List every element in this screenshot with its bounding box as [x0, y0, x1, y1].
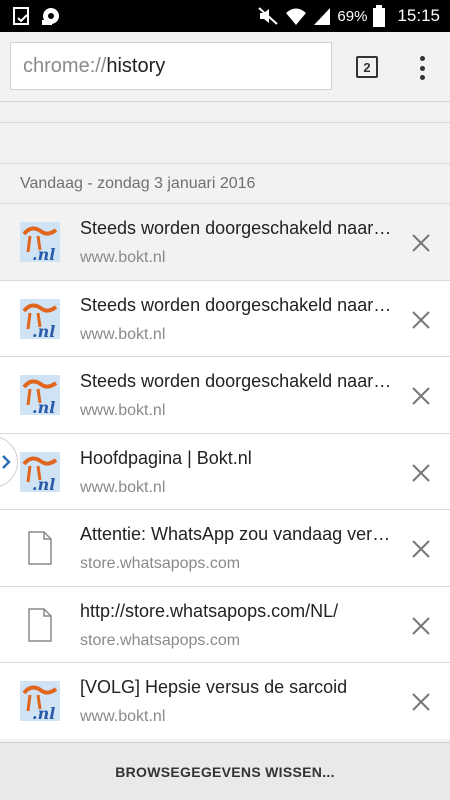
svg-text:.nl: .nl: [32, 398, 55, 415]
history-item-url: www.bokt.nl: [80, 325, 166, 343]
menu-dot-icon: [419, 75, 425, 80]
url-scheme: chrome://: [23, 54, 107, 77]
history-item[interactable]: .nl Steeds worden doorgeschakeld naar ad…: [0, 279, 450, 356]
close-icon[interactable]: [410, 232, 432, 254]
clear-browsing-data-button[interactable]: BROWSEGEGEVENS WISSEN...: [0, 742, 450, 800]
history-item-url: www.bokt.nl: [80, 478, 166, 496]
bokt-favicon-icon: .nl: [20, 222, 60, 262]
bokt-favicon-icon: .nl: [20, 451, 60, 492]
bokt-favicon-icon: .nl: [20, 375, 60, 415]
device-icon: [13, 7, 29, 25]
history-item[interactable]: Attentie: WhatsApp zou vandaag verlopen …: [0, 509, 450, 586]
close-icon[interactable]: [410, 309, 432, 331]
close-icon[interactable]: [410, 691, 432, 713]
history-date-header: Vandaag - zondag 3 januari 2016: [0, 163, 450, 203]
history-page: Vandaag - zondag 3 januari 2016 .nl Stee…: [0, 102, 450, 742]
history-item-url: www.bokt.nl: [80, 708, 166, 725]
clock: 15:15: [397, 6, 440, 25]
url-bar[interactable]: chrome://history: [10, 42, 332, 90]
page-icon: [28, 531, 52, 565]
history-item-title: Steeds worden doorgeschakeld naar advert…: [80, 218, 392, 238]
history-item[interactable]: .nl Steeds worden doorgeschakeld naar ad…: [0, 203, 450, 280]
wifi-icon: [286, 8, 307, 25]
chevron-right-icon: [2, 455, 11, 469]
history-item-title: Steeds worden doorgeschakeld naar advert…: [80, 371, 392, 391]
url-path: history: [106, 54, 166, 77]
history-item-title: Attentie: WhatsApp zou vandaag verlopen: [80, 524, 392, 544]
close-icon[interactable]: [410, 538, 432, 560]
history-list: .nl Steeds worden doorgeschakeld naar ad…: [0, 203, 450, 739]
svg-text:.nl: .nl: [32, 322, 55, 339]
signal-icon: [314, 8, 331, 25]
battery-percentage: 69%: [337, 7, 368, 25]
battery-icon: [373, 5, 386, 27]
history-item[interactable]: .nl Steeds worden doorgeschakeld naar ad…: [0, 356, 450, 433]
history-item-title: Hoofdpagina | Bokt.nl: [80, 447, 252, 468]
svg-text:.nl: .nl: [32, 475, 55, 492]
svg-text:.nl: .nl: [32, 245, 55, 262]
history-item-title: [VOLG] Hepsie versus de sarcoid: [80, 677, 348, 697]
history-item-url: www.bokt.nl: [80, 402, 166, 419]
history-item[interactable]: .nl [VOLG] Hepsie versus de sarcoid www.…: [0, 662, 450, 739]
history-item-url: store.whatsapops.com: [80, 555, 241, 572]
clear-browsing-data-label: BROWSEGEGEVENS WISSEN...: [115, 763, 335, 780]
menu-dot-icon: [419, 56, 425, 61]
tab-switcher-button[interactable]: 2: [356, 56, 378, 78]
bokt-favicon-icon: .nl: [20, 298, 60, 339]
bokt-favicon-icon: .nl: [20, 681, 60, 721]
tab-count: 2: [363, 59, 371, 75]
page-icon: [28, 607, 52, 642]
browser-toolbar: chrome://history 2: [0, 32, 450, 102]
history-item-title: http://store.whatsapops.com/NL/: [80, 600, 339, 621]
overflow-menu-button[interactable]: [410, 54, 434, 82]
cloud-sync-icon: [42, 8, 59, 25]
divider: [0, 122, 450, 123]
menu-dot-icon: [419, 65, 425, 71]
close-icon[interactable]: [410, 385, 432, 407]
mute-icon: [258, 7, 279, 25]
history-item-title: Steeds worden doorgeschakeld naar advert…: [80, 294, 392, 315]
svg-text:.nl: .nl: [32, 704, 55, 721]
close-icon[interactable]: [410, 615, 432, 637]
history-item-url: www.bokt.nl: [80, 249, 166, 266]
history-item-url: store.whatsapops.com: [80, 631, 241, 649]
history-item[interactable]: .nl Hoofdpagina | Bokt.nl www.bokt.nl: [0, 432, 450, 509]
close-icon[interactable]: [410, 462, 432, 484]
history-item[interactable]: http://store.whatsapops.com/NL/ store.wh…: [0, 585, 450, 662]
status-bar: 69% 15:15: [0, 0, 450, 32]
